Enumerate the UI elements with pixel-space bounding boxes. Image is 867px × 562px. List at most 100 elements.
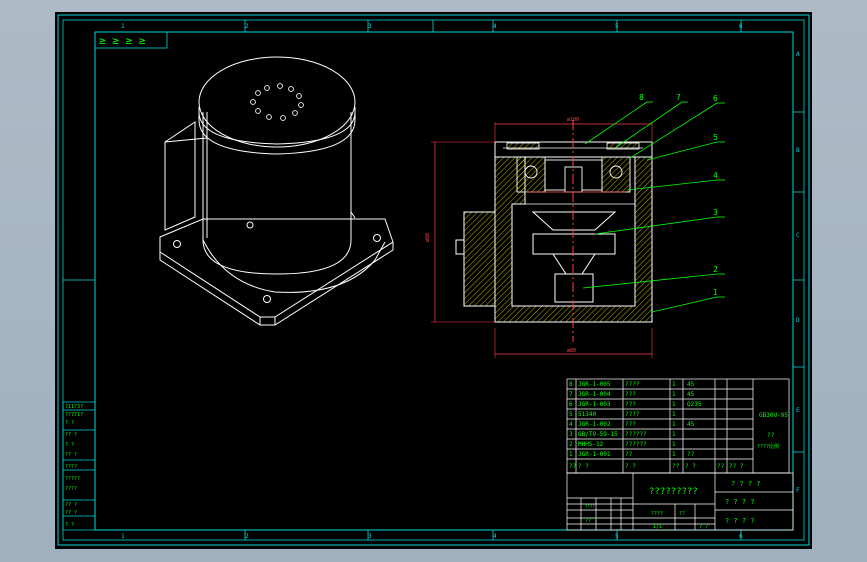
left-panel-label: ? ? xyxy=(65,522,74,528)
bom-cell: ??? xyxy=(625,391,636,398)
bom-side-mid: ?? xyxy=(767,432,775,439)
ruler-border xyxy=(62,19,805,541)
bom-header-cell: ?? xyxy=(569,463,577,470)
bom-cell: 6 xyxy=(569,401,573,408)
bom-cell: 1 xyxy=(672,411,676,418)
title-grid-f: ? ? xyxy=(699,524,708,530)
title-grid-d: 1/1 xyxy=(653,524,662,530)
bom-cell: JGR-1-004 xyxy=(578,391,611,398)
bom-cell: 2 xyxy=(569,441,573,448)
bom-cell: 8 xyxy=(569,381,573,388)
title-grid-a: ???? xyxy=(585,504,595,509)
left-panel-label: ???? xyxy=(65,486,77,492)
bom-header-cell: ?? xyxy=(717,463,725,470)
section-view[interactable]: ø100 ø80 ø80 xyxy=(425,117,653,358)
bom-cell: 1 xyxy=(672,451,676,458)
title-grid-b: ?? ? xyxy=(585,518,597,524)
ruler-right-d: D xyxy=(796,317,800,324)
ruler-right-e: E xyxy=(796,407,800,414)
bom-cell: MHHS-12 xyxy=(578,441,604,448)
bom-side-top: GB30U-95 xyxy=(759,412,788,419)
title-right-top: ? ? ? ? xyxy=(731,480,761,488)
bom-cell: 1 xyxy=(672,441,676,448)
bom-cell: 1 xyxy=(672,421,676,428)
bom-cell: ??? xyxy=(625,401,636,408)
ruler-bottom-4: 4 xyxy=(493,533,497,540)
bom-header-cell: ? ? xyxy=(578,463,589,470)
bom-cell: 7 xyxy=(569,391,573,398)
ruler-bottom-5: 5 xyxy=(615,533,619,540)
dim-top: ø100 xyxy=(567,117,579,123)
bom-text: 8 JGR-1-005???? 1 457 JGR-1-004??? 1 456 JGR-1-… xyxy=(569,381,744,470)
balloon-6: 6 xyxy=(713,94,718,103)
ruler-right-b: B xyxy=(796,147,800,154)
ruler-bottom-6: 6 xyxy=(739,533,743,540)
balloon-8: 8 xyxy=(639,93,644,102)
ruler-top-1: 1 xyxy=(121,23,125,30)
bom-header-cell: ?? xyxy=(672,463,680,470)
title-right-bot: ? ? ? ? xyxy=(725,517,755,525)
corner-symbols: ≥ ≥ ≥ ≥ xyxy=(99,34,146,47)
bom-header-cell: ? ? xyxy=(625,463,636,470)
outer-frame xyxy=(57,14,810,546)
bom-cell: 1 xyxy=(569,451,573,458)
ruler-top-4: 4 xyxy=(493,23,497,30)
left-panel-label: ???? xyxy=(65,464,77,470)
left-panel-label: ? ? xyxy=(65,442,74,448)
bom-header-cell: ? ? xyxy=(685,463,696,470)
bom-cell: ??? xyxy=(625,421,636,428)
left-panel-label: ?11?3? xyxy=(65,404,83,410)
title-grid-c: ?? xyxy=(679,511,685,517)
ruler-bottom-2: 2 xyxy=(245,533,249,540)
bom-cell: JGR-1-003 xyxy=(578,401,611,408)
balloon-3: 3 xyxy=(713,208,718,217)
bom-cell: 1 xyxy=(672,391,676,398)
drawing-name: ????????? xyxy=(649,487,698,497)
ruler-bottom-3: 3 xyxy=(368,533,372,540)
left-panel-label: ??771? xyxy=(65,412,83,418)
ruler-top-5: 5 xyxy=(615,23,619,30)
ruler-right-f: F xyxy=(796,487,800,494)
bom-cell: 1 xyxy=(672,401,676,408)
balloon-4: 4 xyxy=(713,171,718,180)
ruler-top-2: 2 xyxy=(245,23,249,30)
bom-cell: ???? xyxy=(625,411,640,418)
bom-cell: 5 xyxy=(569,411,573,418)
bom-cell: ?? xyxy=(687,451,695,458)
left-panel-label: ?? ? xyxy=(65,452,77,458)
left-panel-label: ????? xyxy=(65,476,80,482)
bom-cell: 3 xyxy=(569,431,573,438)
ruler-right-c: C xyxy=(796,232,800,239)
left-panel-label: ?? ? xyxy=(65,510,77,516)
bom-cell: ?????? xyxy=(625,431,647,438)
cad-viewport: 1 2 3 4 5 6 1 2 3 4 5 6 A B C D E F ≥ ≥ … xyxy=(0,0,867,562)
bom-cell: 51340 xyxy=(578,411,596,418)
balloon-1: 1 xyxy=(713,288,718,297)
bom-cell: Q235 xyxy=(687,401,702,408)
dim-left: ø80 xyxy=(425,233,431,242)
title-grid-e: ???? xyxy=(651,511,663,517)
bom-cell: ???? xyxy=(625,381,640,388)
bom-cell: JGR-1-001 xyxy=(578,451,611,458)
left-panel-label: ?? ? xyxy=(65,432,77,438)
dim-bottom: ø80 xyxy=(567,348,576,354)
bom-cell: 45 xyxy=(687,391,695,398)
left-panel-text: ?11?3? ??771? ? ? ?? ? ? ? ?? ???????????????… xyxy=(65,404,83,528)
ruler-top-6: 6 xyxy=(739,23,743,30)
balloon-2: 2 xyxy=(713,265,718,274)
bom-cell: ?? xyxy=(625,451,633,458)
bom-cell: 45 xyxy=(687,421,695,428)
left-panel-label: ? ? xyxy=(65,420,74,426)
bom-cell: 45 xyxy=(687,381,695,388)
balloon-5: 5 xyxy=(713,133,718,142)
ruler-ticks xyxy=(63,20,804,540)
drawing-svg: 1 2 3 4 5 6 1 2 3 4 5 6 A B C D E F ≥ ≥ … xyxy=(57,14,810,546)
bom-cell: 1 xyxy=(672,381,676,388)
isometric-view[interactable] xyxy=(159,56,394,326)
ruler-top-3: 3 xyxy=(368,23,372,30)
bom-cell: JGR-1-002 xyxy=(578,421,611,428)
drawing-canvas[interactable]: 1 2 3 4 5 6 1 2 3 4 5 6 A B C D E F ≥ ≥ … xyxy=(55,12,812,549)
left-panel-label: ?? ? xyxy=(65,502,77,508)
bom-cell: 4 xyxy=(569,421,573,428)
bom-cell: GB/T9-59-15 xyxy=(578,431,618,438)
